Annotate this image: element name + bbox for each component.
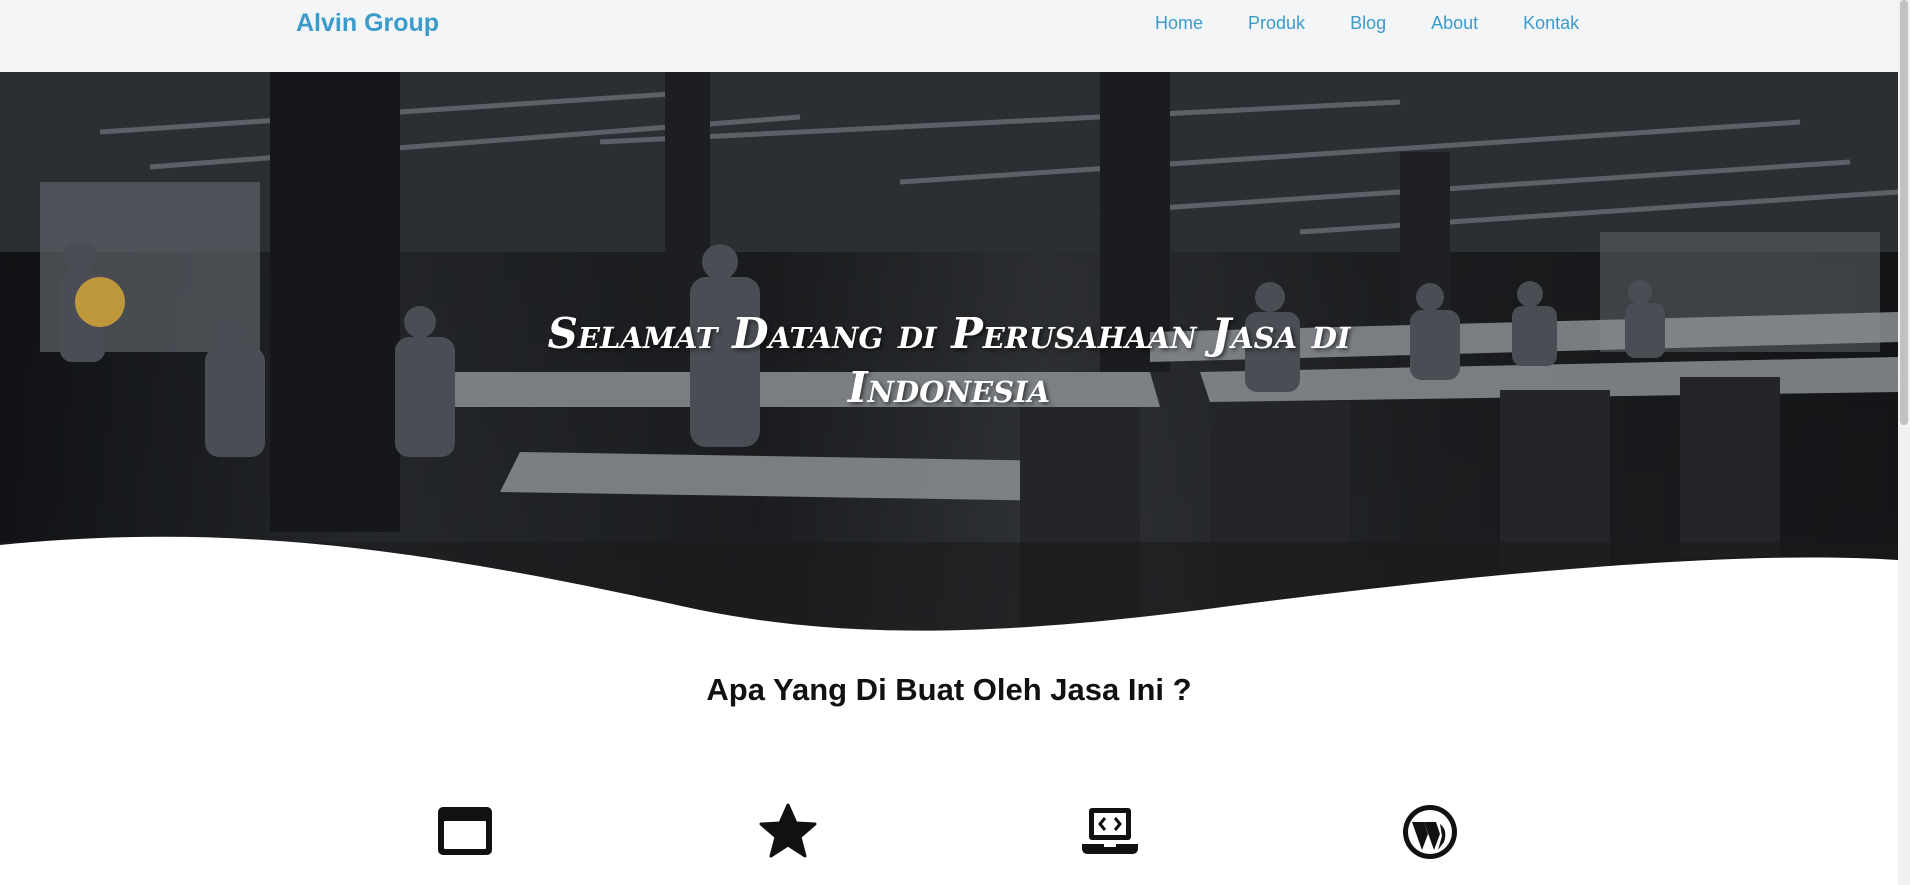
- brand-logo[interactable]: Alvin Group: [296, 9, 439, 38]
- browser-window-icon: [438, 807, 492, 855]
- page-scrollbar[interactable]: [1898, 0, 1910, 885]
- hero-title-line-1: Selamat Datang di Perusahaan Jasa di: [547, 309, 1351, 358]
- wave-divider: [0, 536, 1898, 640]
- nav-link-about[interactable]: About: [1431, 13, 1478, 34]
- nav-link-blog[interactable]: Blog: [1350, 13, 1386, 34]
- features-row: [0, 802, 1898, 862]
- section-heading: Apa Yang Di Buat Oleh Jasa Ini ?: [706, 672, 1192, 707]
- nav-link-kontak[interactable]: Kontak: [1523, 13, 1579, 34]
- nav-menu: Home Produk Blog About Kontak: [1155, 13, 1624, 34]
- hero-title: Selamat Datang di Perusahaan Jasa di Ind…: [0, 307, 1898, 415]
- scrollbar-thumb[interactable]: [1900, 0, 1908, 425]
- laptop-code-icon: [1082, 808, 1138, 854]
- nav-link-produk[interactable]: Produk: [1248, 13, 1305, 34]
- navbar: Alvin Group Home Produk Blog About Konta…: [0, 0, 1898, 72]
- wordpress-icon: [1403, 805, 1457, 859]
- hero-title-line-2: Indonesia: [847, 363, 1051, 412]
- star-icon: [759, 803, 817, 858]
- nav-link-home[interactable]: Home: [1155, 13, 1203, 34]
